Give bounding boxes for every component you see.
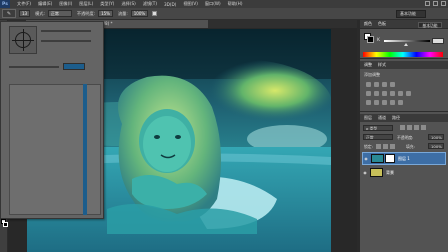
menu-bar: Ps 文件(F) 编辑(E) 图像(I) 图层(L) 类型(Y) 选择(S) 滤… — [0, 0, 448, 8]
filter-adjust-icon[interactable] — [407, 125, 412, 130]
size-slider[interactable] — [41, 30, 91, 32]
tab-swatches[interactable]: 色板 — [378, 21, 386, 27]
layer-thumbnail — [371, 154, 384, 163]
color-spectrum[interactable] — [363, 52, 443, 57]
brush-preset-list[interactable] — [9, 84, 101, 215]
hue-saturation-icon[interactable] — [374, 91, 379, 96]
eye-icon[interactable]: ◉ — [362, 170, 368, 175]
filter-shape-icon[interactable] — [421, 125, 426, 130]
color-balance-icon[interactable] — [382, 91, 387, 96]
maximize-icon[interactable] — [433, 1, 438, 6]
layers-tabs: 图层 通道 路径 — [360, 114, 448, 122]
k-slider-knob[interactable] — [404, 43, 408, 46]
tab-adjustments[interactable]: 调整 — [364, 62, 372, 68]
brush-preset-panel — [0, 21, 104, 219]
tab-styles[interactable]: 样式 — [378, 62, 386, 68]
blend-mode-select[interactable]: 正常 — [363, 134, 393, 140]
layer-filter-select[interactable]: ρ 类型 — [363, 125, 393, 131]
filter-pixel-icon[interactable] — [400, 125, 405, 130]
threshold-icon[interactable] — [382, 100, 387, 105]
channel-mixer-icon[interactable] — [406, 91, 411, 96]
black-white-icon[interactable] — [390, 91, 395, 96]
workspace-switcher[interactable]: 基本功能 — [418, 22, 442, 28]
lock-position-icon[interactable] — [383, 144, 388, 149]
fill-label: 填充: — [406, 144, 415, 149]
posterize-icon[interactable] — [374, 100, 379, 105]
tab-layers[interactable]: 图层 — [364, 115, 372, 121]
brightness-icon[interactable] — [366, 82, 371, 87]
photo-filter-icon[interactable] — [398, 91, 403, 96]
tab-channels[interactable]: 通道 — [378, 115, 386, 121]
menu-file[interactable]: 文件(F) — [17, 1, 31, 7]
mode-label: 模式: — [35, 10, 45, 16]
hardness-slider[interactable] — [41, 40, 91, 42]
ps-logo: Ps — [0, 0, 10, 8]
filter-type-icon[interactable] — [414, 125, 419, 130]
mode-select[interactable]: 正常 — [47, 10, 72, 17]
layer-opacity-label: 不透明度: — [397, 135, 414, 140]
eye-icon[interactable]: ◉ — [363, 156, 369, 161]
panel-background-swatch[interactable] — [367, 36, 374, 43]
workspace-select[interactable]: 基本功能 — [396, 10, 426, 18]
invert-icon[interactable] — [366, 100, 371, 105]
opacity-field[interactable]: 15% — [98, 10, 113, 17]
layer-mask-thumbnail[interactable] — [385, 154, 395, 163]
menu-edit[interactable]: 编辑(E) — [38, 1, 52, 7]
menu-help[interactable]: 帮助(H) — [228, 1, 243, 7]
color-panel-tabs: 颜色 色板 基本功能 — [360, 20, 448, 29]
layer-thumbnail — [370, 168, 383, 177]
vibrance-icon[interactable] — [366, 91, 371, 96]
exposure-icon[interactable] — [390, 82, 395, 87]
opacity-label: 不透明度: — [76, 10, 96, 16]
fill-field[interactable]: 100% — [428, 143, 444, 149]
brush-tip-preview — [63, 63, 85, 70]
adjustments-tabs: 调整 样式 — [360, 61, 448, 69]
minimize-icon[interactable] — [425, 1, 430, 6]
menu-select[interactable]: 选择(S) — [121, 1, 135, 7]
adjustments-title: 添加调整 — [364, 72, 380, 77]
photoshop-window: Ps 文件(F) 编辑(E) 图像(I) 图层(L) 类型(Y) 选择(S) 滤… — [0, 0, 448, 252]
menu-view[interactable]: 视图(V) — [183, 1, 198, 7]
menu-layer[interactable]: 图层(L) — [79, 1, 93, 7]
layer-opacity-field[interactable]: 100% — [428, 134, 444, 140]
menu-window[interactable]: 窗口(W) — [205, 1, 221, 7]
brush-angle-preview-icon[interactable] — [9, 26, 37, 54]
gradient-map-icon[interactable] — [390, 100, 395, 105]
flow-label: 流量: — [117, 10, 128, 16]
layer-name: 图层 1 — [398, 155, 410, 161]
menu-image[interactable]: 图像(I) — [59, 1, 72, 7]
preset-list-scrollbar[interactable] — [83, 84, 87, 215]
lock-pixels-icon[interactable] — [376, 144, 381, 149]
flow-field[interactable]: 100% — [130, 10, 149, 17]
channel-k-label: K — [377, 38, 380, 43]
adjustments-panel: 添加调整 — [360, 69, 448, 112]
menu-type[interactable]: 类型(Y) — [100, 1, 114, 7]
tab-color[interactable]: 颜色 — [364, 21, 372, 27]
levels-icon[interactable] — [374, 82, 379, 87]
close-icon[interactable] — [441, 1, 446, 6]
tab-paths[interactable]: 路径 — [392, 115, 400, 121]
lock-label: 锁定: — [364, 144, 373, 149]
curves-icon[interactable] — [382, 82, 387, 87]
k-value-field[interactable] — [432, 38, 444, 44]
menu-3d[interactable]: 3D(D) — [164, 2, 176, 7]
window-controls — [425, 1, 446, 6]
layer-row-background[interactable]: ◉ 背景 — [362, 166, 446, 179]
layer-name: 背景 — [386, 169, 394, 175]
options-bar: ✎ 13 模式: 正常 不透明度: 15% 流量: 100% 基本功能 — [0, 8, 448, 20]
brush-size-field[interactable]: 13 — [19, 10, 31, 17]
airbrush-toggle[interactable] — [152, 11, 158, 16]
brush-tool-preset-icon[interactable]: ✎ — [2, 9, 16, 18]
layer-row-layer1[interactable]: ◉ 图层 1 — [362, 152, 446, 165]
layers-panel: ρ 类型 正常 不透明度: 100% 锁定: 填充: 100% ◉ 图层 1 ◉… — [360, 122, 448, 252]
selective-color-icon[interactable] — [398, 100, 403, 105]
lock-all-icon[interactable] — [390, 144, 395, 149]
k-slider-ramp[interactable] — [384, 40, 430, 42]
menu-filter[interactable]: 滤镜(T) — [143, 1, 157, 7]
brush-slider[interactable] — [9, 66, 59, 68]
